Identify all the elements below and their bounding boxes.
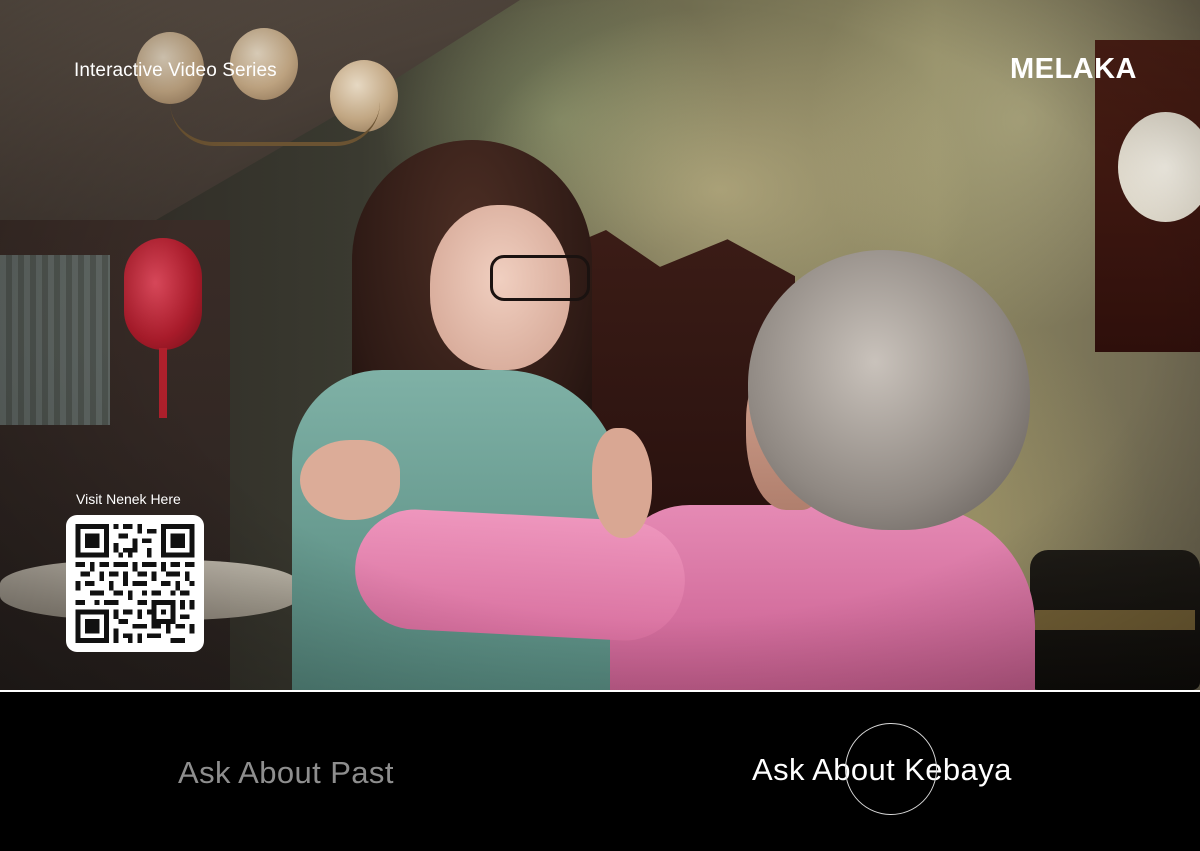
brand-logo: MELAKA (1009, 53, 1137, 85)
ask-about-past-button[interactable]: Ask About Past (178, 755, 394, 791)
qr-code-icon (75, 524, 195, 643)
ask-about-kebaya-button[interactable]: Ask About Kebaya (752, 752, 1012, 788)
qr-caption: Visit Nenek Here (76, 491, 181, 507)
series-label: Interactive Video Series (74, 60, 277, 81)
interactive-video-player: Interactive Video Series MELAKA Visit Ne… (0, 0, 1200, 851)
qr-card[interactable] (66, 515, 204, 652)
